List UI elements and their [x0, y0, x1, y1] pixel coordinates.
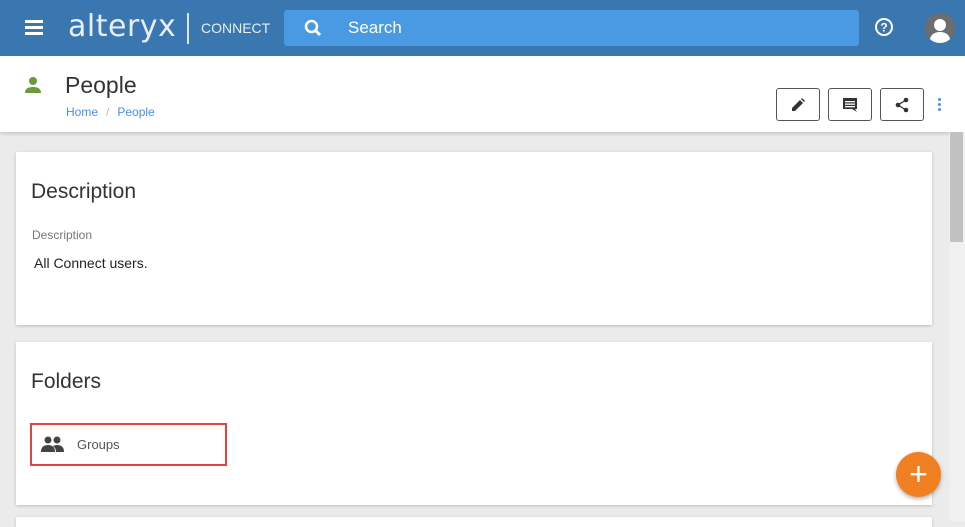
share-button[interactable]	[880, 88, 924, 121]
edit-button[interactable]	[776, 88, 820, 121]
description-title: Description	[31, 180, 137, 203]
menu-icon[interactable]	[25, 20, 43, 35]
folders-title: Folders	[31, 370, 102, 393]
user-icon	[929, 19, 951, 43]
next-card	[16, 517, 932, 527]
search-icon	[304, 19, 322, 37]
folders-card: Folders Groups	[16, 342, 932, 505]
scrollbar-thumb[interactable]	[950, 132, 963, 242]
search-input[interactable]	[348, 10, 828, 46]
page-header: People Home / People	[0, 56, 965, 132]
description-value: All Connect users.	[34, 255, 148, 271]
pencil-icon	[792, 97, 805, 111]
search-bar[interactable]	[284, 10, 859, 46]
svg-text:?: ?	[880, 21, 887, 35]
help-icon[interactable]: ?	[874, 17, 894, 37]
logo[interactable]: alteryx	[68, 9, 176, 44]
description-label: Description	[32, 228, 93, 242]
scrollbar[interactable]	[949, 132, 965, 521]
breadcrumb: Home / People	[66, 105, 155, 119]
comment-icon	[843, 97, 857, 112]
product-name: CONNECT	[201, 20, 271, 36]
folder-label: Groups	[77, 437, 120, 452]
share-icon	[895, 97, 909, 112]
more-options-icon[interactable]	[938, 98, 941, 111]
description-card: Description Description All Connect user…	[16, 152, 932, 325]
comment-button[interactable]	[828, 88, 872, 121]
page-title: People	[65, 72, 137, 98]
folder-item-groups[interactable]: Groups	[30, 423, 227, 466]
avatar[interactable]	[925, 13, 955, 43]
group-icon	[41, 436, 64, 452]
divider	[187, 13, 189, 44]
plus-icon: +	[909, 456, 928, 492]
breadcrumb-home[interactable]: Home	[66, 105, 98, 119]
add-button[interactable]: +	[896, 452, 941, 497]
person-icon	[25, 77, 41, 93]
breadcrumb-people[interactable]: People	[117, 105, 154, 119]
top-bar: alteryx CONNECT ?	[0, 0, 965, 56]
